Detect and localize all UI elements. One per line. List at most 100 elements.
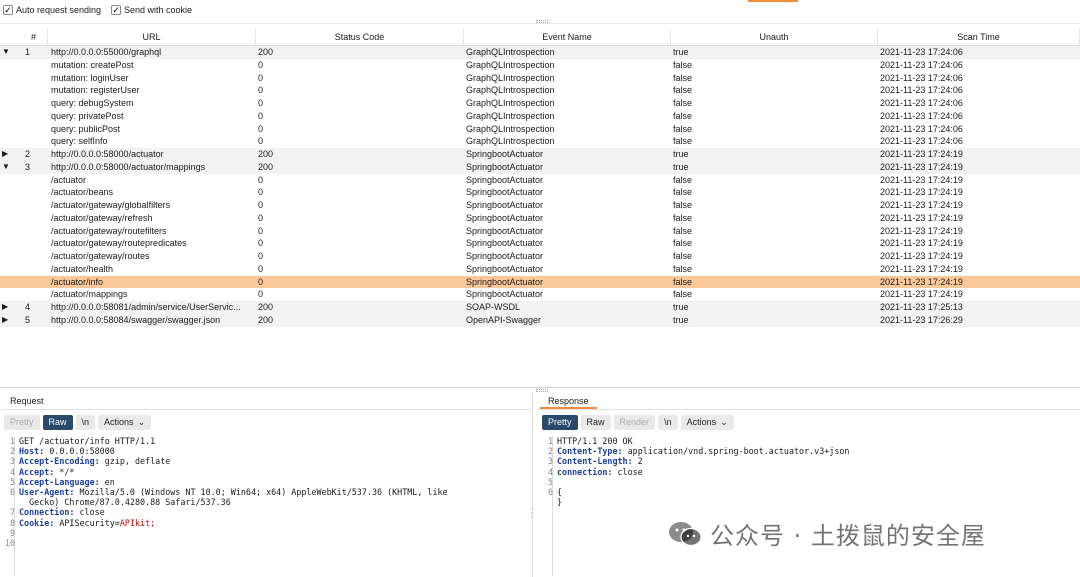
- row-event-name: GraphQLIntrospection: [466, 136, 555, 147]
- request-editor[interactable]: 1 GET /actuator/info HTTP/1.1 2 Host: 0.0.0…: [2, 436, 530, 576]
- row-url: http://0.0.0.0:58000/actuator/mappings: [51, 161, 206, 172]
- table-row[interactable]: /actuator/gateway/refresh 0 SpringbootActu…: [0, 212, 1080, 225]
- table-row[interactable]: ▼ 3 http://0.0.0.0:58000/actuator/mappings…: [0, 160, 1080, 174]
- column-header-url[interactable]: URL: [48, 29, 256, 46]
- row-scan-time: 2021-11-23 17:24:19: [880, 149, 963, 159]
- response-editor[interactable]: 1 HTTP/1.1 200 OK 2 Content-Type: applicati…: [540, 436, 1078, 576]
- actions-dropdown[interactable]: Actions: [680, 415, 734, 430]
- expand-toggle-icon[interactable]: ▼: [2, 161, 20, 174]
- table-row[interactable]: /actuator/health 0 SpringbootActuator false…: [0, 263, 1080, 276]
- header-value: Mozilla/5.0 (Windows NT 10.0; Win64; x64…: [74, 487, 448, 497]
- row-scan-time: 2021-11-23 17:24:19: [880, 238, 963, 249]
- row-unauth: false: [673, 98, 693, 108]
- header-value: {: [557, 487, 563, 497]
- send-cookie-checkbox[interactable]: ✓ Send with cookie: [111, 5, 192, 15]
- table-row[interactable]: query: privatePost 0 GraphQLIntrospection f…: [0, 110, 1080, 123]
- line-number: 5: [9, 476, 15, 487]
- checkbox-checked-icon: ✓: [3, 5, 13, 15]
- row-url: /actuator/gateway/routes: [51, 251, 150, 261]
- table-row[interactable]: /actuator/gateway/routepredicates 0 Spring…: [0, 237, 1080, 250]
- header-name: Host:: [19, 446, 45, 457]
- table-row[interactable]: query: selfInfo 0 GraphQLIntrospection fals…: [0, 135, 1080, 148]
- row-event-name: SpringbootActuator: [466, 174, 544, 185]
- column-header-number[interactable]: #: [20, 29, 48, 46]
- row-status-code: 0: [258, 85, 264, 96]
- row-scan-time: 2021-11-23 17:24:19: [880, 289, 963, 300]
- pretty-button[interactable]: Pretty: [542, 415, 578, 430]
- vertical-resize-handle[interactable]: · · ·: [530, 504, 533, 521]
- auto-request-label: Auto request sending: [16, 5, 102, 15]
- row-status-code: 200: [258, 149, 274, 159]
- row-scan-time: 2021-11-23 17:24:19: [880, 187, 963, 198]
- table-row[interactable]: /actuator/gateway/routefilters 0 Springboo…: [0, 225, 1080, 238]
- empty-cell: [2, 135, 20, 148]
- table-row[interactable]: /actuator/gateway/globalfilters 0 Springbo…: [0, 199, 1080, 212]
- resize-handle[interactable]: [536, 20, 548, 23]
- expand-toggle-icon[interactable]: ▼: [2, 46, 20, 59]
- row-unauth: false: [673, 289, 693, 300]
- code-line: Host: 0.0.0.0:58000: [19, 446, 115, 456]
- actions-dropdown[interactable]: Actions: [98, 415, 152, 430]
- row-event-name: GraphQLIntrospection: [466, 123, 555, 134]
- newline-toggle-button[interactable]: \n: [658, 415, 678, 430]
- row-number: [25, 123, 45, 136]
- auto-request-checkbox[interactable]: ✓ Auto request sending: [3, 5, 101, 15]
- header-value: gzip, deflate: [99, 456, 171, 467]
- raw-button[interactable]: Raw: [580, 415, 611, 430]
- response-tab[interactable]: Response: [540, 393, 597, 409]
- empty-cell: [2, 110, 20, 123]
- row-url: mutation: loginUser: [51, 72, 129, 83]
- table-row[interactable]: /actuator/mappings 0 SpringbootActuator fal…: [0, 288, 1080, 301]
- row-unauth: true: [673, 47, 689, 57]
- empty-cell: [2, 174, 20, 187]
- table-row[interactable]: ▶ 2 http://0.0.0.0:58000/actuator 200 Spring…: [0, 148, 1080, 161]
- table-row[interactable]: /actuator 0 SpringbootActuator false 2021-11…: [0, 174, 1080, 187]
- table-row[interactable]: /actuator/info 0 SpringbootActuator false 20…: [0, 275, 1080, 289]
- table-row[interactable]: /actuator/gateway/routes 0 SpringbootActua…: [0, 250, 1080, 263]
- row-unauth: false: [673, 225, 693, 236]
- pretty-button[interactable]: Pretty: [4, 415, 40, 430]
- row-scan-time: 2021-11-23 17:24:06: [880, 98, 963, 108]
- line-number: 3: [9, 456, 15, 467]
- row-scan-time: 2021-11-23 17:24:06: [880, 47, 963, 57]
- resize-handle[interactable]: [536, 389, 548, 392]
- row-status-code: 0: [258, 72, 264, 83]
- row-event-name: SpringbootActuator: [466, 200, 544, 210]
- header-name: User-Agent:: [19, 487, 75, 497]
- expand-toggle-icon[interactable]: ▶: [2, 148, 20, 161]
- table-row[interactable]: mutation: createPost 0 GraphQLIntrospectio…: [0, 59, 1080, 72]
- newline-toggle-button[interactable]: \n: [75, 415, 96, 430]
- table-row[interactable]: query: debugSystem 0 GraphQLIntrospection f…: [0, 97, 1080, 110]
- row-number: [25, 84, 45, 97]
- table-row[interactable]: ▶ 4 http://0.0.0.0:58081/admin/service/Use…: [0, 301, 1080, 314]
- code-line: Accept: */*: [19, 467, 74, 477]
- table-row[interactable]: ▶ 5 http://0.0.0.0:58084/swagger/swagger.j…: [0, 313, 1080, 327]
- render-button[interactable]: Render: [613, 415, 656, 430]
- row-unauth: false: [673, 72, 693, 83]
- table-row[interactable]: mutation: loginUser 0 GraphQLIntrospection…: [0, 72, 1080, 85]
- line-number: 3: [547, 456, 553, 467]
- table-row[interactable]: mutation: registerUser 0 GraphQLIntrospect…: [0, 84, 1080, 97]
- table-row[interactable]: /actuator/beans 0 SpringbootActuator false 2…: [0, 186, 1080, 199]
- row-unauth: true: [673, 161, 689, 172]
- row-number: [25, 237, 45, 250]
- table-row[interactable]: ▼ 1 http://0.0.0.0:55000/graphql 200 GraphQL…: [0, 46, 1080, 59]
- row-number: [25, 276, 45, 289]
- raw-button[interactable]: Raw: [42, 415, 73, 430]
- table-row[interactable]: query: publicPost 0 GraphQLIntrospection fa…: [0, 123, 1080, 136]
- horizontal-divider: [0, 387, 1080, 388]
- column-header-status[interactable]: Status Code: [256, 29, 464, 46]
- row-scan-time: 2021-11-23 17:25:13: [880, 302, 963, 312]
- row-unauth: false: [673, 85, 693, 96]
- row-scan-time: 2021-11-23 17:24:19: [880, 174, 963, 185]
- expand-toggle-icon[interactable]: ▶: [2, 314, 20, 327]
- column-header-unauth[interactable]: Unauth: [671, 29, 878, 46]
- column-header-event[interactable]: Event Name: [464, 29, 671, 46]
- expand-toggle-icon[interactable]: ▶: [2, 301, 20, 314]
- column-header-scan-time[interactable]: Scan Time: [878, 29, 1080, 46]
- row-scan-time: 2021-11-23 17:24:06: [880, 123, 963, 134]
- row-event-name: SpringbootActuator: [466, 289, 544, 300]
- row-url: /actuator/health: [51, 263, 114, 274]
- request-tab[interactable]: Request: [2, 393, 52, 409]
- row-unauth: false: [673, 187, 693, 198]
